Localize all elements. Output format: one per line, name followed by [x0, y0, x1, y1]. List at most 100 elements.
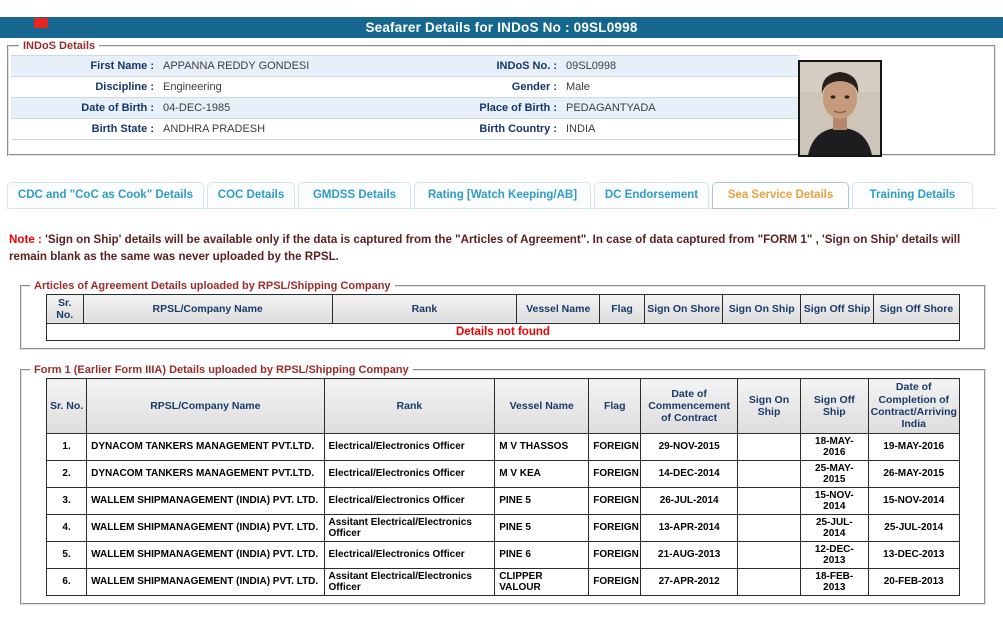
cell-vessel: M V KEA	[494, 459, 590, 488]
cell-rank: Electrical/Electronics Officer	[323, 432, 496, 461]
seafarer-photo	[798, 60, 882, 157]
articles-table: Sr. No. RPSL/Company Name Rank Vessel Na…	[46, 293, 960, 342]
cell-company: WALLEM SHIPMANAGEMENT (INDIA) PVT. LTD.	[86, 567, 325, 596]
cell-sr-no: 3.	[45, 486, 88, 515]
indos-no-label: INDoS No. :	[496, 60, 558, 72]
col-header-rank: Rank	[331, 293, 518, 325]
cell-completion: 26-MAY-2015	[867, 459, 960, 488]
col-header-rank: Rank	[323, 378, 496, 434]
col-header-vessel: Vessel Name	[494, 378, 590, 434]
discipline-label: Discipline :	[95, 81, 154, 93]
tab-dc-endorsement[interactable]: DC Endorsement	[594, 182, 709, 209]
cell-sign-on-ship	[737, 486, 802, 515]
cell-company: WALLEM SHIPMANAGEMENT (INDIA) PVT. LTD.	[86, 486, 325, 515]
cell-completion: 15-NOV-2014	[867, 486, 960, 515]
cell-sign-on-ship	[737, 459, 802, 488]
indos-details-grid: First Name : APPANNA REDDY GONDESI INDoS…	[11, 55, 799, 140]
col-header-sign-off-ship: Sign Off Ship	[800, 378, 869, 434]
tab-coc-details[interactable]: COC Details	[207, 182, 295, 209]
table-row: 4. WALLEM SHIPMANAGEMENT (INDIA) PVT. LT…	[45, 513, 960, 542]
first-name-value: APPANNA REDDY GONDESI	[163, 60, 310, 72]
cell-sign-off-ship: 15-NOV-2014	[800, 486, 869, 515]
col-header-sign-off-ship: Sign Off Ship	[800, 293, 875, 325]
cell-rank: Electrical/Electronics Officer	[323, 486, 496, 515]
form1-header-row: Sr. No. RPSL/Company Name Rank Vessel Na…	[45, 378, 960, 434]
field-row: Date of Birth : 04-DEC-1985 Place of Bir…	[11, 98, 799, 119]
cell-vessel: M V THASSOS	[494, 432, 590, 461]
cell-rank: Assitant Electrical/Electronics Officer	[323, 567, 496, 596]
cell-commencement: 14-DEC-2014	[640, 459, 739, 488]
table-row: 3. WALLEM SHIPMANAGEMENT (INDIA) PVT. LT…	[45, 486, 960, 515]
form1-panel: Form 1 (Earlier Form IIIA) Details uploa…	[20, 364, 986, 605]
birth-country-value: INDIA	[566, 123, 596, 135]
date-of-birth-label: Date of Birth :	[81, 102, 154, 114]
indos-no-value: 09SL0998	[566, 60, 617, 72]
col-header-company: RPSL/Company Name	[82, 293, 333, 325]
col-header-sign-off-shore: Sign Off Shore	[873, 293, 960, 325]
col-header-sr-no: Sr. No.	[45, 378, 88, 434]
cell-sign-on-ship	[737, 432, 802, 461]
cell-sr-no: 1.	[45, 432, 88, 461]
field-row: Discipline : Engineering Gender : Male	[11, 77, 799, 98]
tab-gmdss-details[interactable]: GMDSS Details	[298, 182, 411, 209]
page-title: Seafarer Details for INDoS No : 09SL0998	[0, 17, 1003, 38]
cell-flag: FOREIGN	[588, 540, 642, 569]
cell-company: WALLEM SHIPMANAGEMENT (INDIA) PVT. LTD.	[86, 513, 325, 542]
articles-header-row: Sr. No. RPSL/Company Name Rank Vessel Na…	[46, 293, 960, 325]
cell-sr-no: 6.	[45, 567, 88, 596]
birth-country-label: Birth Country :	[479, 123, 557, 135]
first-name-label: First Name :	[90, 60, 154, 72]
sign-on-ship-note: Note : 'Sign on Ship' details will be av…	[9, 232, 983, 266]
date-of-birth-value: 04-DEC-1985	[163, 102, 231, 114]
birth-state-value: ANDHRA PRADESH	[163, 123, 266, 135]
col-header-company: RPSL/Company Name	[86, 378, 325, 434]
cell-vessel: PINE 5	[494, 486, 590, 515]
col-header-sign-on-shore: Sign On Shore	[643, 293, 724, 325]
cell-completion: 19-MAY-2016	[867, 432, 960, 461]
col-header-commencement: Date of Commencement of Contract	[640, 378, 739, 434]
birth-state-label: Birth State :	[91, 123, 154, 135]
col-header-sr-no: Sr. No.	[46, 293, 84, 325]
cell-sign-on-ship	[737, 513, 802, 542]
tab-cdc-coc-as-cook-details[interactable]: CDC and "CoC as Cook" Details	[7, 182, 204, 209]
cell-flag: FOREIGN	[588, 459, 642, 488]
cell-flag: FOREIGN	[588, 567, 642, 596]
form1-legend: Form 1 (Earlier Form IIIA) Details uploa…	[34, 364, 409, 377]
col-header-flag: Flag	[588, 378, 642, 434]
note-text: 'Sign on Ship' details will be available…	[9, 233, 961, 263]
table-row: 5. WALLEM SHIPMANAGEMENT (INDIA) PVT. LT…	[45, 540, 960, 569]
cell-completion: 20-FEB-2013	[867, 567, 960, 596]
cell-sign-off-ship: 25-MAY-2015	[800, 459, 869, 488]
cell-rank: Electrical/Electronics Officer	[323, 540, 496, 569]
table-row: 1. DYNACOM TANKERS MANAGEMENT PVT.LTD. E…	[45, 432, 960, 461]
field-row: Birth State : ANDHRA PRADESH Birth Count…	[11, 119, 799, 140]
cell-sign-off-ship: 25-JUL-2014	[800, 513, 869, 542]
form1-table: Sr. No. RPSL/Company Name Rank Vessel Na…	[45, 378, 960, 596]
gender-label: Gender :	[511, 81, 557, 93]
cell-sign-off-ship: 18-FEB-2013	[800, 567, 869, 596]
tab-rating-watch-keeping-ab[interactable]: Rating [Watch Keeping/AB]	[414, 182, 591, 209]
indos-details-panel: INDoS Details First Name : APPANNA REDDY…	[7, 40, 996, 157]
cell-rank: Assitant Electrical/Electronics Officer	[323, 513, 496, 542]
field-row: First Name : APPANNA REDDY GONDESI INDoS…	[11, 56, 799, 77]
cell-flag: FOREIGN	[588, 432, 642, 461]
cell-sign-on-ship	[737, 540, 802, 569]
cell-vessel: PINE 6	[494, 540, 590, 569]
cell-commencement: 27-APR-2012	[640, 567, 739, 596]
cell-sr-no: 2.	[45, 459, 88, 488]
tab-training-details[interactable]: Training Details	[852, 182, 973, 209]
cell-flag: FOREIGN	[588, 486, 642, 515]
articles-of-agreement-panel: Articles of Agreement Details uploaded b…	[20, 279, 986, 351]
col-header-completion: Date of Completion of Contract/Arriving …	[867, 378, 960, 434]
place-of-birth-label: Place of Birth :	[479, 102, 557, 114]
tab-sea-service-details[interactable]: Sea Service Details	[712, 182, 849, 209]
cell-commencement: 26-JUL-2014	[640, 486, 739, 515]
cell-commencement: 13-APR-2014	[640, 513, 739, 542]
cell-commencement: 21-AUG-2013	[640, 540, 739, 569]
cell-flag: FOREIGN	[588, 513, 642, 542]
cell-company: DYNACOM TANKERS MANAGEMENT PVT.LTD.	[86, 432, 325, 461]
details-not-found-message: Details not found	[46, 323, 960, 342]
articles-legend: Articles of Agreement Details uploaded b…	[34, 279, 391, 292]
place-of-birth-value: PEDAGANTYADA	[566, 102, 656, 114]
col-header-sign-on-ship: Sign On Ship	[722, 293, 802, 325]
